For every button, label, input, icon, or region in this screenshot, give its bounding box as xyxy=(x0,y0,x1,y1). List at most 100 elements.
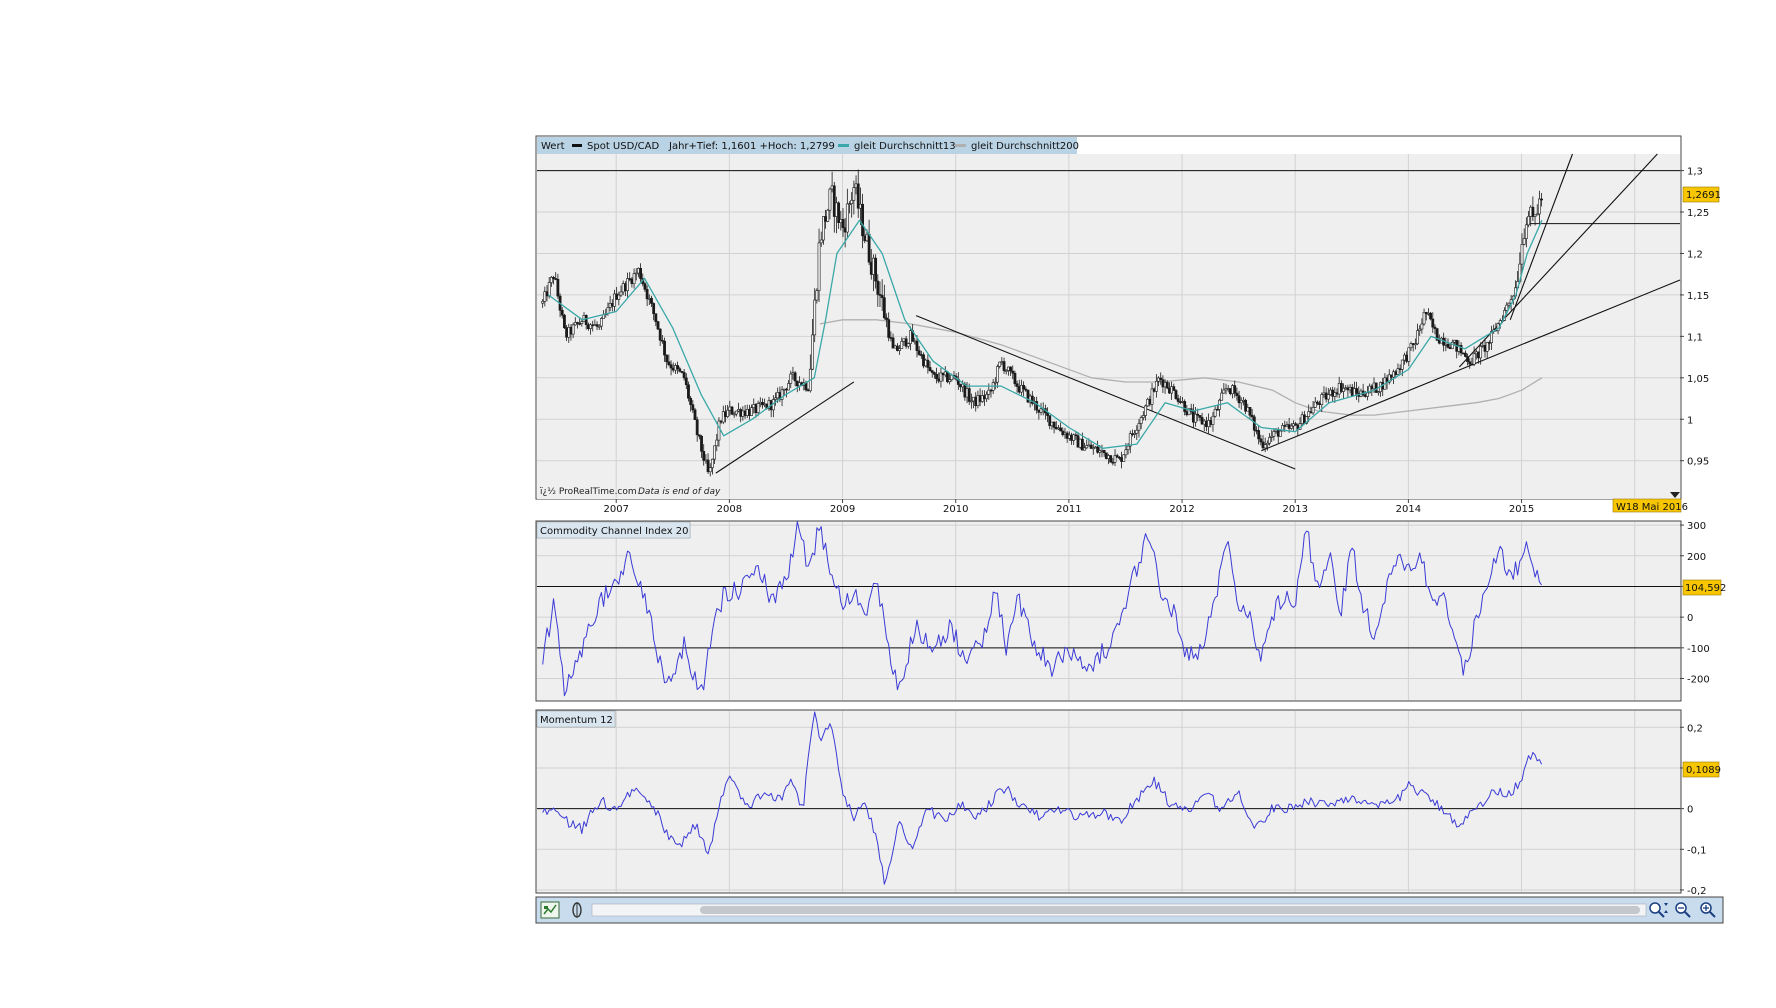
candle-body xyxy=(1348,386,1352,391)
candle-body xyxy=(739,409,743,417)
candle-body xyxy=(1424,311,1428,315)
candle-body xyxy=(621,283,625,293)
price-y-axis: 1,3 1,25 1,2 1,15 1,1 1,05 1 0,95 xyxy=(1680,167,1709,468)
candle xyxy=(922,352,925,369)
candle-body xyxy=(584,315,588,325)
chart-root: Wert Spot USD/CAD Jahr+Tief: 1,1601 +Hoc… xyxy=(0,0,1776,1003)
legend-ma13-label: gleit Durchschnitt13 xyxy=(854,141,956,152)
candle-body xyxy=(560,310,564,316)
candle-body xyxy=(1152,388,1156,392)
candle-body xyxy=(1209,420,1213,425)
candle-body xyxy=(1265,442,1269,446)
candle-body xyxy=(1474,351,1478,355)
candle-body xyxy=(789,373,793,384)
candle-body xyxy=(1422,311,1426,325)
candle-body xyxy=(898,348,901,351)
y-tick-label: 0,95 xyxy=(1687,457,1709,468)
candle-body xyxy=(1170,386,1174,394)
candle-body xyxy=(1283,425,1287,427)
candle-body xyxy=(906,343,910,347)
candle xyxy=(1429,311,1432,321)
candle-body xyxy=(591,324,595,327)
candle-body xyxy=(880,295,884,298)
candle-body xyxy=(576,322,579,324)
candle-body xyxy=(586,324,590,329)
candle-body xyxy=(787,383,790,391)
candle-body xyxy=(687,384,690,399)
candle-body xyxy=(1139,417,1143,424)
candle-body xyxy=(1396,368,1400,375)
candle xyxy=(563,313,566,329)
candle-body xyxy=(752,404,756,408)
candle-body xyxy=(1392,371,1395,378)
candle-body xyxy=(1250,414,1254,418)
candle-body xyxy=(1448,347,1452,350)
candle-body xyxy=(1133,432,1137,435)
candle-body xyxy=(1015,383,1019,387)
candle-body xyxy=(832,185,836,217)
candle-body xyxy=(745,408,749,416)
candle-body xyxy=(1096,446,1100,453)
candle-body xyxy=(867,233,871,263)
candle-body xyxy=(932,372,936,375)
candle-body xyxy=(1061,430,1065,435)
candle-body xyxy=(1178,401,1182,403)
candle-body xyxy=(1524,224,1528,239)
y-tick-label: 0 xyxy=(1687,613,1693,624)
candle-body xyxy=(556,279,560,297)
candle-body xyxy=(1272,431,1276,437)
candle-body xyxy=(900,341,904,349)
time-scrollbar-thumb[interactable] xyxy=(700,906,1640,914)
candle-body xyxy=(1374,382,1378,393)
candle-body xyxy=(697,434,701,437)
candle-body xyxy=(1259,438,1263,443)
candle-body xyxy=(1137,423,1141,431)
legend-series-label: Spot USD/CAD xyxy=(587,141,659,152)
candle-body xyxy=(726,409,730,417)
candle-body xyxy=(946,371,949,383)
candle-body xyxy=(1113,455,1117,463)
y-tick-label: -0,1 xyxy=(1687,845,1707,856)
price-panel[interactable]: Wert Spot USD/CAD Jahr+Tief: 1,1601 +Hoc… xyxy=(535,135,1721,500)
candle-body xyxy=(743,410,747,416)
candle-body xyxy=(1017,386,1021,393)
candle xyxy=(826,208,830,223)
candle-body xyxy=(1074,434,1078,437)
candle xyxy=(1104,452,1108,460)
candle-body xyxy=(1437,340,1441,344)
x-tick-label: 2014 xyxy=(1396,504,1421,515)
momentum-panel[interactable]: Momentum 12 0,20,10-0,1-0,2 0,1089 xyxy=(535,709,1721,897)
cci-panel[interactable]: Commodity Channel Index 20 3002001000-10… xyxy=(535,520,1726,702)
y-tick-label: 0,2 xyxy=(1687,723,1703,734)
cci-panel-frame xyxy=(535,520,1682,702)
candle-body xyxy=(1403,354,1406,361)
candle-body xyxy=(680,371,684,373)
candle-body xyxy=(674,365,677,371)
candle-body xyxy=(1196,413,1200,416)
candle-body xyxy=(943,371,947,376)
candle-body xyxy=(1181,401,1184,403)
candle-body xyxy=(1372,382,1376,390)
candle-body xyxy=(713,445,716,460)
candle-body xyxy=(1376,391,1380,394)
price-last-value-badge: 1,2691 xyxy=(1682,186,1721,203)
chart-settings-icon[interactable] xyxy=(540,901,560,919)
candle-body xyxy=(1098,450,1102,453)
y-tick-label: 200 xyxy=(1687,552,1706,563)
candle-body xyxy=(976,395,980,406)
candle-body xyxy=(571,324,575,335)
x-tick-label: 2010 xyxy=(943,504,968,515)
candle-body xyxy=(878,294,882,296)
candle-body xyxy=(541,301,545,304)
candle-body xyxy=(543,291,547,302)
candle-body xyxy=(734,410,738,415)
candle-body xyxy=(1091,447,1095,450)
candle-body xyxy=(1292,423,1295,427)
candle-body xyxy=(652,303,656,314)
candle-body xyxy=(545,291,549,297)
candle-body xyxy=(915,340,919,351)
candle-body xyxy=(828,188,832,211)
candle-body xyxy=(1085,445,1089,449)
candle-body xyxy=(1146,398,1150,407)
candle-body xyxy=(1165,382,1169,389)
